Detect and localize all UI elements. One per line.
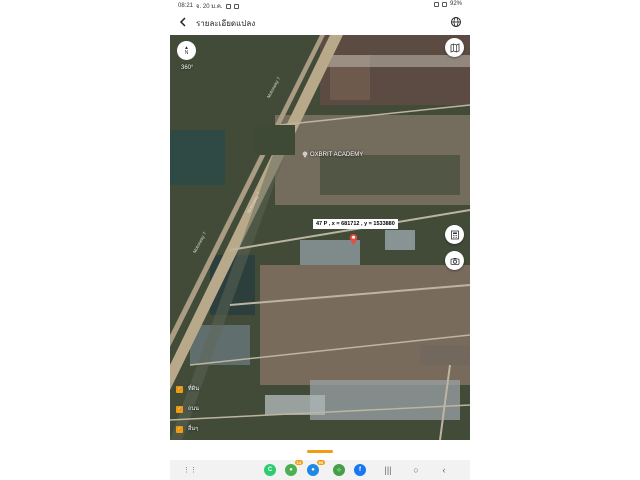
status-time: 08:21 — [178, 3, 194, 9]
wifi-icon — [441, 1, 447, 7]
compass-button[interactable]: ▲ N — [177, 41, 196, 60]
app-bar: รายละเอียดแปลง — [170, 10, 470, 35]
calculator-button[interactable] — [445, 225, 464, 244]
legend-item[interactable]: ✓ ถนน — [176, 405, 199, 413]
legend-label: ที่ดิน — [188, 386, 199, 392]
notification-badge: 13 — [294, 460, 303, 465]
legend-label: อื่นๆ — [188, 426, 199, 432]
legend-item[interactable]: ✓ อื่นๆ — [176, 425, 198, 433]
sheet-drag-handle[interactable] — [307, 450, 333, 453]
compass-heading: 360° — [181, 65, 194, 71]
legend-item[interactable]: ✓ ที่ดิน — [176, 385, 199, 393]
recent-apps-icon[interactable]: ||| — [382, 464, 394, 476]
location-pin-icon — [302, 151, 308, 158]
camera-icon — [450, 257, 459, 265]
globe-icon[interactable] — [450, 16, 462, 28]
phone-app-icon[interactable]: C — [264, 464, 276, 476]
compass-north: N — [184, 49, 189, 56]
back-button[interactable] — [176, 15, 190, 29]
home-icon[interactable]: ○ — [410, 464, 422, 476]
app-drawer-icon[interactable]: ⋮⋮ — [183, 464, 197, 476]
chat-app-icon[interactable]: ● 99 — [307, 460, 325, 476]
camera-button[interactable] — [445, 251, 464, 270]
map-layers-button[interactable] — [445, 38, 464, 57]
poi-label: OXBRIT ACADEMY — [310, 151, 364, 158]
legend-label: ถนน — [188, 406, 199, 412]
mute-icon — [433, 1, 439, 7]
back-nav-icon[interactable]: ‹ — [438, 464, 450, 476]
coordinate-popup: 47 P , x = 681712 , y = 1533880 — [313, 219, 398, 229]
chat-icon: ● — [289, 467, 293, 473]
poi-marker[interactable]: OXBRIT ACADEMY — [302, 151, 363, 158]
map-icon — [450, 42, 459, 53]
satellite-map[interactable]: ▲ N 360° OXBRIT ACADEMY Motorway 7 Motor… — [170, 35, 470, 440]
battery-level: 92% — [449, 1, 462, 7]
checkbox-icon: ✓ — [176, 405, 183, 413]
checkbox-icon: ✓ — [176, 425, 183, 433]
satellite-imagery — [170, 35, 470, 440]
gallery-icon — [225, 3, 231, 9]
phone-screen: 08:21 จ. 20 ม.ค. 92% รายละเอียดแปลง ▲ N … — [170, 0, 470, 480]
checkbox-icon: ✓ — [176, 385, 183, 393]
message-icon — [233, 3, 239, 9]
bubble-icon: ● — [311, 467, 315, 473]
map-pin-icon[interactable] — [349, 233, 358, 245]
grid-app-icon[interactable]: ⁘ — [333, 464, 345, 476]
status-bar: 08:21 จ. 20 ม.ค. 92% — [170, 0, 470, 10]
notification-badge: 99 — [316, 460, 325, 465]
facebook-icon[interactable]: f — [354, 464, 366, 476]
messages-app-icon[interactable]: ● 13 — [285, 460, 303, 476]
chevron-left-icon — [179, 17, 186, 27]
calculator-icon — [450, 230, 459, 239]
page-title: รายละเอียดแปลง — [196, 19, 256, 28]
